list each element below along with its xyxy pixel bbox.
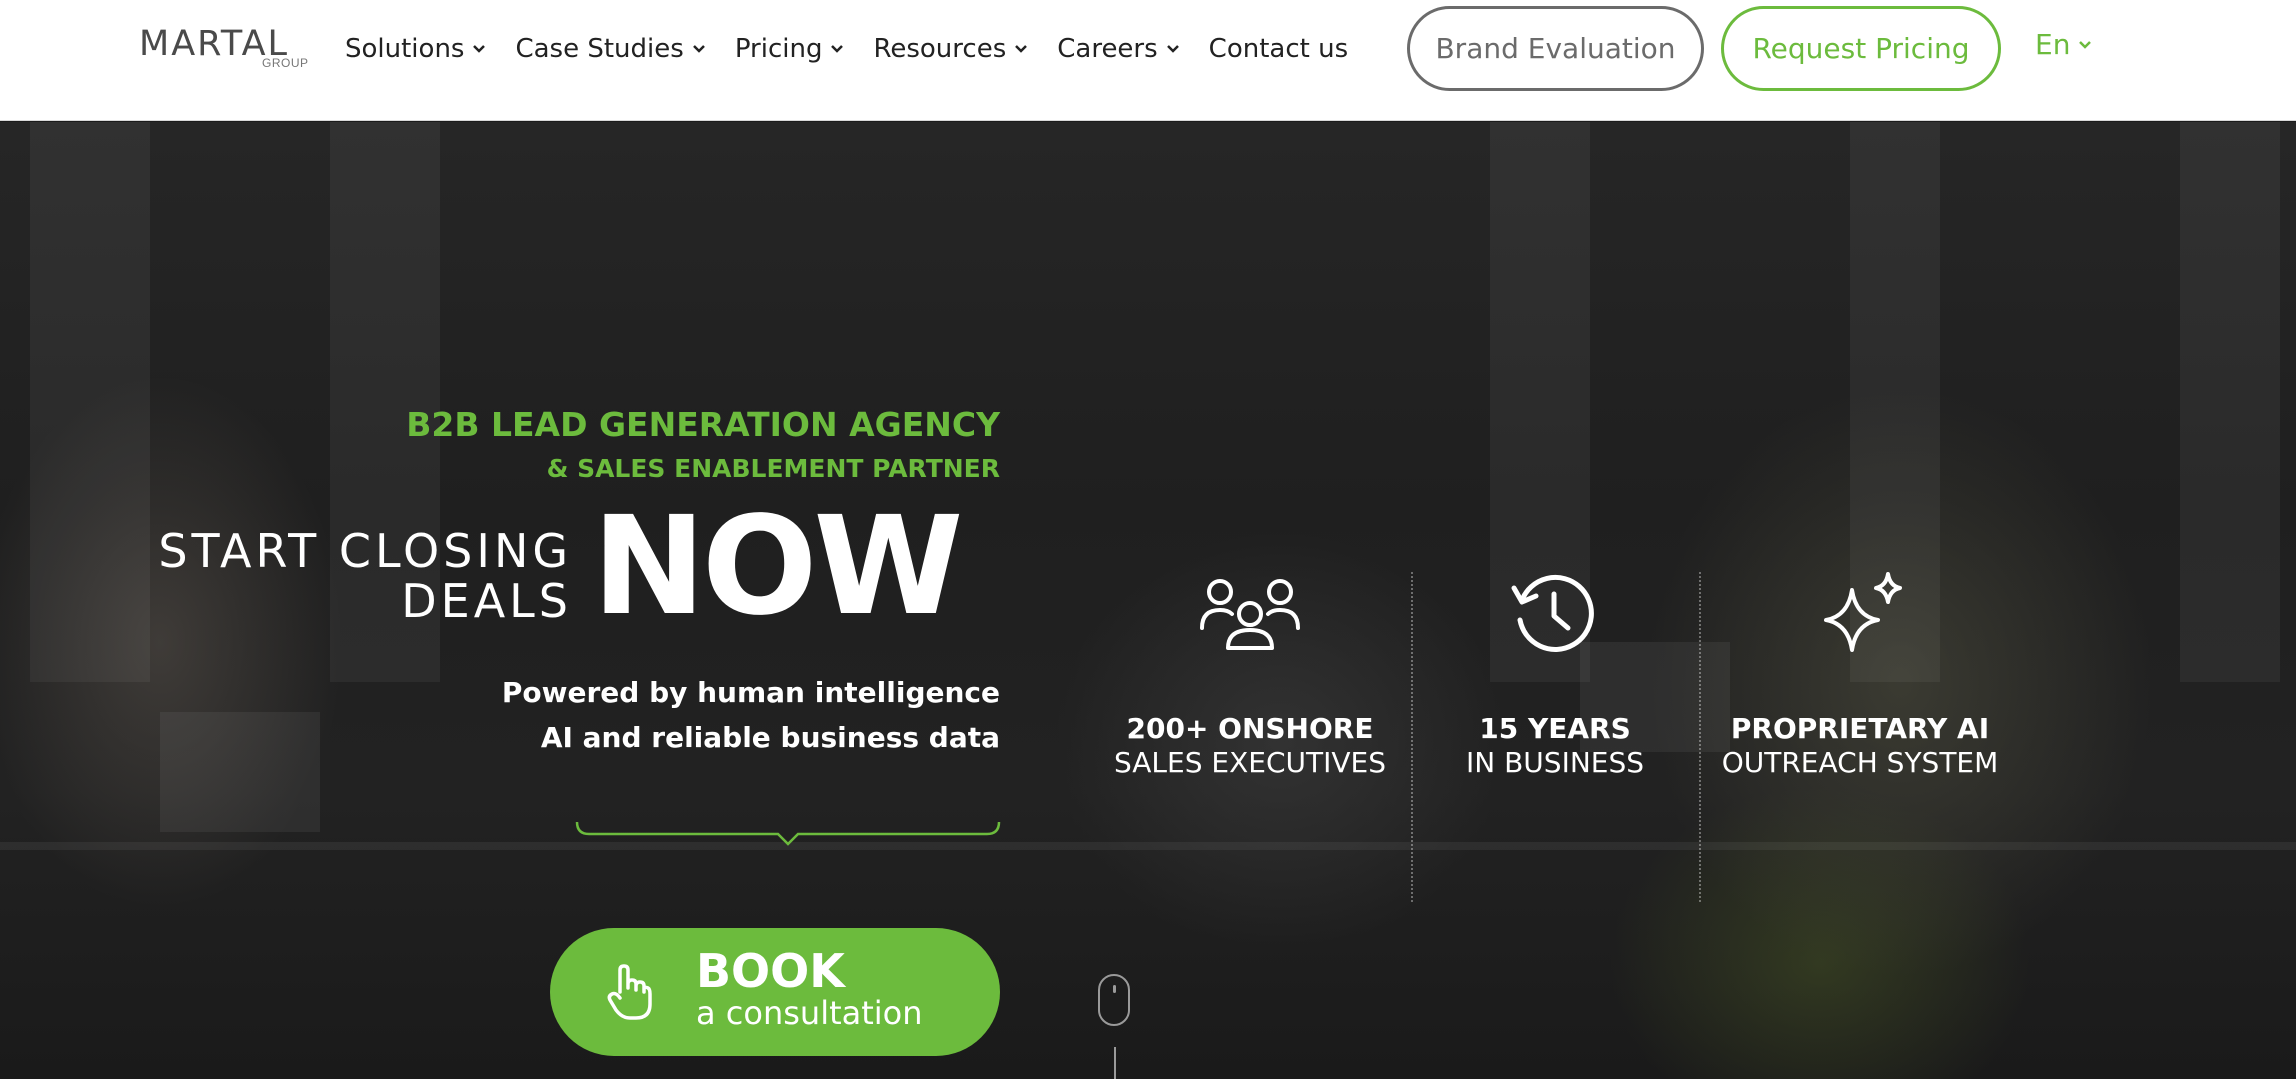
hero-tagline-primary: B2B LEAD GENERATION AGENCY — [406, 405, 1000, 444]
headline-line-2: DEALS — [401, 574, 572, 628]
brand-evaluation-button[interactable]: Brand Evaluation — [1407, 6, 1704, 91]
subtext-line-1: Powered by human intelligence — [501, 676, 1000, 709]
background-window — [30, 122, 150, 682]
subtext-line-2: AI and reliable business data — [540, 721, 1000, 754]
nav-item-careers[interactable]: Careers — [1057, 34, 1179, 64]
stat-normal-text: OUTREACH SYSTEM — [1721, 746, 1999, 779]
scroll-mouse-icon[interactable] — [1098, 974, 1130, 1026]
hero-subtext: Powered by human intelligence AI and rel… — [502, 670, 1000, 760]
stat-onshore: 200+ ONSHORE SALES EXECUTIVES — [1090, 712, 1410, 780]
scroll-indicator-line — [1114, 1047, 1116, 1079]
chevron-down-icon — [473, 45, 486, 53]
hand-pointer-icon — [607, 964, 652, 1020]
background-desk — [0, 842, 2296, 850]
stat-normal-text: SALES EXECUTIVES — [1113, 746, 1386, 779]
logo-subtext: GROUP — [262, 56, 309, 70]
hero-headline: START CLOSING DEALS — [158, 526, 572, 626]
book-title: BOOK — [696, 944, 845, 998]
language-selector[interactable]: En — [2035, 28, 2092, 61]
stat-bold-text: 200+ ONSHORE — [1126, 712, 1374, 745]
nav-item-solutions[interactable]: Solutions — [345, 34, 486, 64]
nav-item-label: Pricing — [734, 34, 823, 64]
site-header: MARTAL GROUP Solutions Case Studies Pric… — [0, 0, 2296, 121]
nav-item-label: Case Studies — [515, 34, 684, 64]
nav-item-pricing[interactable]: Pricing — [735, 34, 845, 64]
hero-section: B2B LEAD GENERATION AGENCY & SALES ENABL… — [0, 122, 2296, 1079]
book-subtitle: a consultation — [696, 994, 923, 1032]
chevron-down-icon — [2079, 40, 2092, 49]
nav-item-resources[interactable]: Resources — [873, 34, 1028, 64]
people-group-icon — [1200, 579, 1300, 650]
chevron-down-icon — [692, 45, 705, 53]
stat-ai: PROPRIETARY AI OUTREACH SYSTEM — [1700, 712, 2020, 780]
nav-item-label: Resources — [873, 34, 1007, 64]
chevron-down-icon — [1015, 45, 1028, 53]
background-monitor — [160, 712, 320, 832]
book-consultation-button[interactable]: BOOK a consultation — [550, 928, 1000, 1056]
chevron-down-icon — [831, 45, 844, 53]
stat-bold-text: 15 YEARS — [1479, 712, 1631, 745]
request-pricing-button[interactable]: Request Pricing — [1721, 6, 2001, 91]
stat-normal-text: IN BUSINESS — [1465, 746, 1645, 779]
headline-line-1: START CLOSING — [158, 524, 572, 578]
nav-item-label: Careers — [1057, 34, 1158, 64]
background-window — [2180, 122, 2280, 682]
hero-tagline-secondary: & SALES ENABLEMENT PARTNER — [546, 454, 1000, 483]
headline-emphasis: NOW — [592, 488, 963, 646]
nav-item-label: Contact us — [1208, 34, 1349, 64]
bracket-divider — [575, 821, 1001, 846]
martal-logo[interactable]: MARTAL GROUP — [139, 24, 319, 72]
nav-item-label: Solutions — [345, 34, 465, 64]
stat-years: 15 YEARS IN BUSINESS — [1410, 712, 1700, 780]
stat-bold-text: PROPRIETARY AI — [1730, 712, 1990, 745]
nav-item-contact[interactable]: Contact us — [1209, 34, 1348, 64]
nav-item-case-studies[interactable]: Case Studies — [515, 34, 705, 64]
sparkles-icon — [1824, 572, 1902, 652]
history-clock-icon — [1511, 574, 1594, 652]
main-nav: Solutions Case Studies Pricing Resources… — [345, 0, 1377, 98]
language-label: En — [2035, 28, 2071, 61]
chevron-down-icon — [1166, 45, 1179, 53]
